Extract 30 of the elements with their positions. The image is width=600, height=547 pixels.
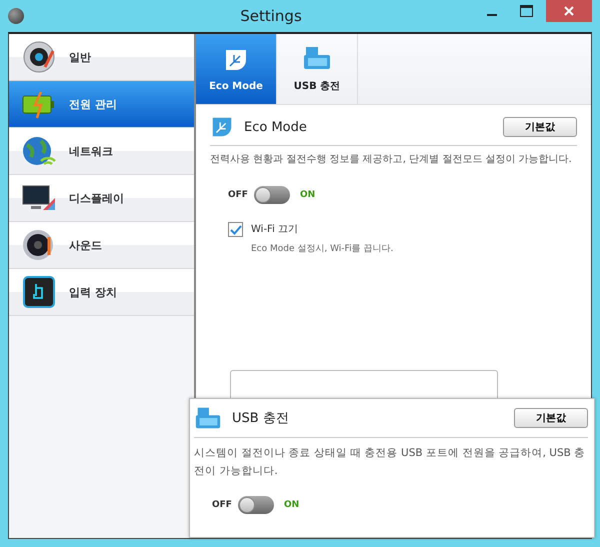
sidebar-item[interactable]: 전원 관리 [9,81,194,128]
usb-icon [194,405,222,431]
toggle-switch[interactable] [254,186,290,204]
toggle-switch[interactable] [238,496,274,514]
default-button[interactable]: 기본값 [514,408,588,428]
window-title: Settings [239,7,303,25]
tab[interactable]: Eco Mode [196,34,277,104]
on-label: ON [300,190,316,200]
close-button[interactable] [546,0,592,22]
sidebar-item[interactable]: 입력 장치 [9,269,194,316]
app-icon [8,8,24,24]
sidebar-item[interactable]: 일반 [9,34,194,81]
off-label: OFF [212,500,232,510]
description: 전력사용 현황과 절전수행 정보를 제공하고, 단계별 절전모드 설정이 가능합니다. [210,153,573,167]
close-icon [563,5,575,17]
off-label: OFF [228,190,248,200]
option-hint: Eco Mode 설정시, Wi-Fi를 끕니다. [251,243,394,255]
sidebar-item[interactable]: 디스플레이 [9,175,194,222]
sidebar-item[interactable]: 사운드 [9,222,194,269]
on-label: ON [284,500,300,510]
sidebar-item[interactable]: 네트워크 [9,128,194,175]
default-button[interactable]: 기본값 [503,117,577,137]
checkbox[interactable] [228,222,243,237]
description: 시스템이 절전이나 종료 상태일 때 충전용 USB 포트에 전원을 공급하여, USB 충전이 가능합니다. [194,446,586,479]
leaf-icon [210,115,234,139]
section-title: Eco Mode [244,120,307,134]
section-title: USB 충전 [232,410,289,427]
tab[interactable]: USB 충전 [277,34,358,104]
usb-icon [302,45,332,71]
option-label: Wi-Fi 끄기 [251,223,300,236]
